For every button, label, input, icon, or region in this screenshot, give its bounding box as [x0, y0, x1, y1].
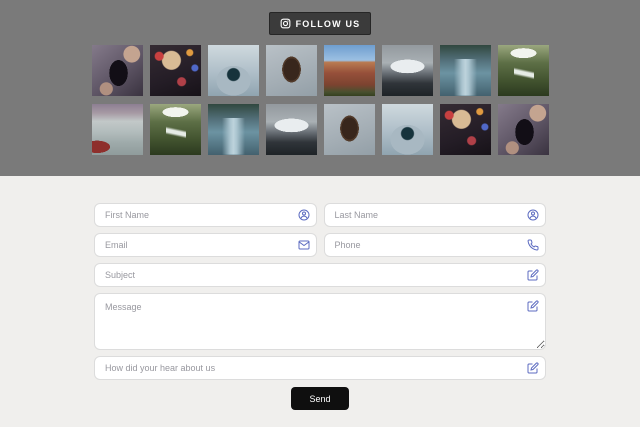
message-field-wrap	[94, 293, 546, 350]
photo-thumbnail[interactable]	[92, 104, 143, 155]
hero-section: FOLLOW US	[0, 0, 640, 176]
last-name-input[interactable]	[324, 203, 547, 227]
phone-field-wrap	[324, 233, 547, 257]
instagram-icon	[280, 18, 291, 29]
photo-thumbnail[interactable]	[382, 104, 433, 155]
email-input[interactable]	[94, 233, 317, 257]
photo-thumbnail[interactable]	[324, 104, 375, 155]
photo-thumbnail[interactable]	[208, 45, 259, 96]
referral-input[interactable]	[94, 356, 546, 380]
send-button[interactable]: Send	[291, 387, 349, 410]
follow-us-label: FOLLOW US	[296, 19, 361, 29]
photo-thumbnail[interactable]	[440, 45, 491, 96]
subject-field-wrap	[94, 263, 546, 287]
subject-input[interactable]	[94, 263, 546, 287]
photo-thumbnail[interactable]	[324, 45, 375, 96]
first-name-input[interactable]	[94, 203, 317, 227]
photo-thumbnail[interactable]	[150, 104, 201, 155]
photo-thumbnail[interactable]	[498, 45, 549, 96]
photo-thumbnail[interactable]	[382, 45, 433, 96]
email-field-wrap	[94, 233, 317, 257]
photo-thumbnail[interactable]	[498, 104, 549, 155]
referral-field-wrap	[94, 356, 546, 380]
phone-input[interactable]	[324, 233, 547, 257]
photo-thumbnail[interactable]	[266, 45, 317, 96]
contact-form: Send	[94, 176, 546, 410]
message-textarea[interactable]	[94, 293, 546, 350]
photo-thumbnail[interactable]	[150, 45, 201, 96]
follow-us-button[interactable]: FOLLOW US	[269, 12, 372, 35]
photo-thumbnail[interactable]	[208, 104, 259, 155]
photo-thumbnail[interactable]	[440, 104, 491, 155]
instagram-photo-grid	[92, 45, 549, 155]
first-name-field-wrap	[94, 203, 317, 227]
last-name-field-wrap	[324, 203, 547, 227]
photo-thumbnail[interactable]	[92, 45, 143, 96]
photo-thumbnail[interactable]	[266, 104, 317, 155]
